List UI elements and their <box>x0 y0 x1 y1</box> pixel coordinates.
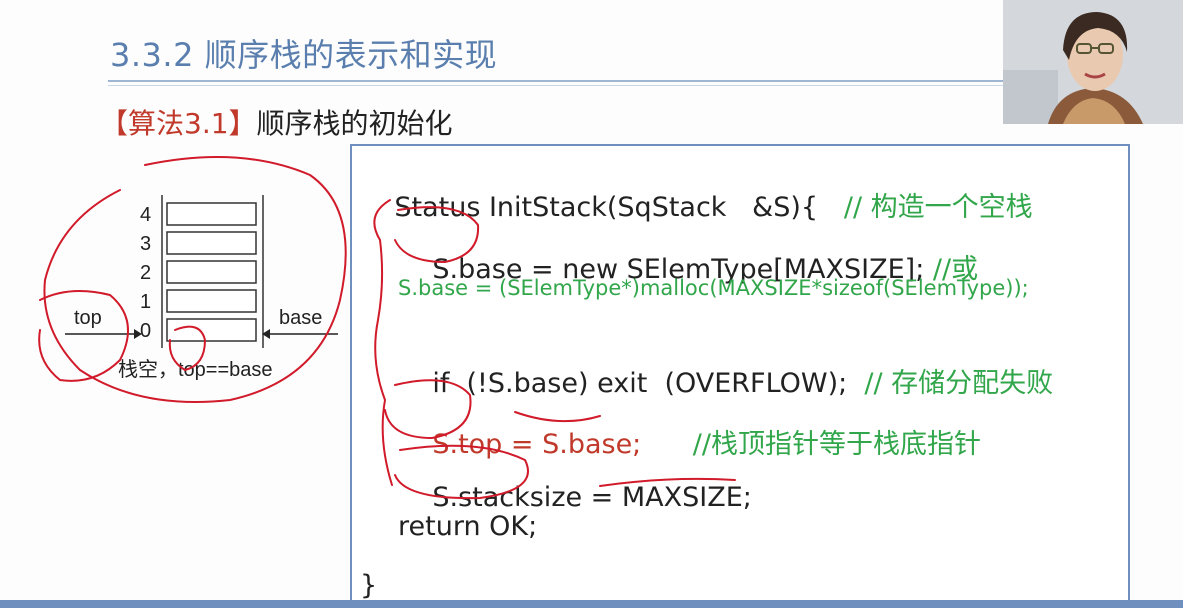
presenter-figure <box>1003 0 1183 124</box>
algorithm-tag: 【算法3.1】 <box>100 107 257 140</box>
stack-index-3: 3 <box>140 233 151 255</box>
stacksize-assign: S.stacksize = MAXSIZE; <box>432 482 752 513</box>
code-line-7: return OK; <box>398 511 538 542</box>
stack-index-4: 4 <box>140 204 151 226</box>
code-line-2: S.base = new SElemType[MAXSIZE]; //或 <box>398 216 978 317</box>
title-divider <box>108 80 1003 82</box>
stack-index-2: 2 <box>140 262 151 284</box>
code-line-3: S.base = (SElemType*)malloc(MAXSIZE*size… <box>398 276 1029 300</box>
stack-empty-caption: 栈空，top==base <box>118 358 273 381</box>
stack-cell-3 <box>166 231 257 255</box>
slide-footer-bar <box>0 600 1183 608</box>
top-pointer-label: top <box>74 307 102 329</box>
base-pointer-label: base <box>279 307 322 329</box>
stack-cell-0 <box>166 318 257 342</box>
slide-title: 3.3.2 顺序栈的表示和实现 <box>110 36 498 74</box>
stack-index-0: 0 <box>140 320 151 342</box>
presenter-video <box>1003 0 1183 124</box>
stack-cell-1 <box>166 289 257 313</box>
stack-index-1: 1 <box>140 291 151 313</box>
algorithm-title: 顺序栈的初始化 <box>256 107 453 140</box>
stack-cell-4 <box>166 202 257 226</box>
algorithm-heading: 【算法3.1】顺序栈的初始化 <box>100 102 453 142</box>
title-divider-secondary <box>108 85 1003 86</box>
code-box: Status InitStack(SqStack &S){ // 构造一个空栈 … <box>350 144 1130 604</box>
stack-diagram: 4 3 2 1 0 top base 栈空，top==base <box>30 150 360 400</box>
stack-cell-2 <box>166 260 257 284</box>
code-line-8: } <box>360 570 378 601</box>
